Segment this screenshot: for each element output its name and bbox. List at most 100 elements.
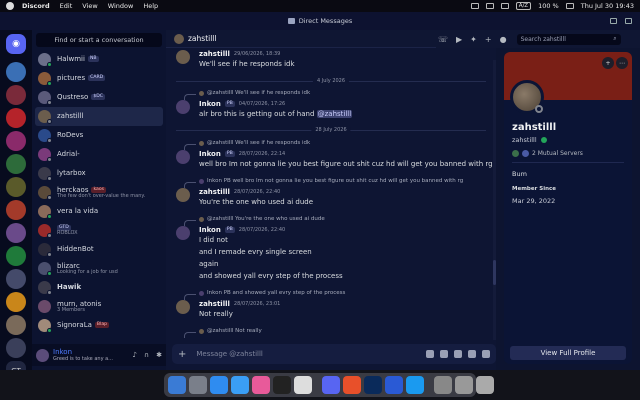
discord-home-icon[interactable]: ◉ [6, 34, 26, 54]
reply-preview[interactable]: Inkon PB well bro Im not gonna lie you b… [199, 178, 463, 184]
settings-gear-icon[interactable]: ✱ [156, 351, 162, 359]
server-icon[interactable] [6, 338, 26, 358]
avatar[interactable] [176, 50, 190, 64]
server-icon[interactable] [6, 85, 26, 105]
avatar[interactable] [176, 100, 190, 114]
pinned-messages-icon[interactable]: ✦ [470, 35, 477, 44]
avatar[interactable] [174, 33, 184, 44]
app-icon[interactable] [406, 376, 424, 394]
message-input[interactable]: + Message @zahstilll [172, 344, 496, 364]
gift-icon[interactable] [426, 350, 434, 358]
keyboard-input-indicator[interactable]: A/Z [515, 2, 532, 10]
video-call-icon[interactable]: ▶ [456, 35, 462, 44]
dm-item[interactable]: vera la vida [32, 202, 166, 221]
discord-icon[interactable] [322, 376, 340, 394]
dm-item[interactable]: herckaos kaos The few don't over-value the… [32, 183, 166, 202]
dm-item[interactable]: HiddenBot [32, 240, 166, 259]
find-conversation-button[interactable]: Find or start a conversation [36, 33, 162, 47]
photoshop-icon[interactable] [364, 376, 382, 394]
avatar[interactable] [176, 188, 190, 202]
trash-icon[interactable] [476, 376, 494, 394]
voice-call-icon[interactable]: ☏ [438, 35, 448, 44]
user-mention[interactable]: @zahstilll [316, 110, 353, 118]
dm-item[interactable]: blizarc Looking for a job for usd [32, 259, 166, 278]
menu-view[interactable]: View [82, 2, 97, 10]
roblox-icon[interactable] [294, 376, 312, 394]
status-icon[interactable] [470, 3, 479, 9]
menu-app-discord[interactable]: Discord [22, 2, 50, 10]
current-user-name[interactable]: Inkon [53, 348, 113, 356]
microphone-icon[interactable]: ♪ [133, 351, 137, 359]
status-icon[interactable] [500, 3, 509, 9]
server-icon[interactable] [6, 177, 26, 197]
message-author[interactable]: Inkon [199, 100, 221, 108]
server-icon[interactable] [6, 154, 26, 174]
server-icon[interactable] [6, 292, 26, 312]
photos-icon[interactable] [252, 376, 270, 394]
avatar[interactable] [176, 226, 190, 240]
server-icon[interactable] [6, 269, 26, 289]
apps-icon[interactable] [482, 350, 490, 358]
status-icon[interactable] [485, 3, 494, 9]
server-icon[interactable] [6, 200, 26, 220]
launchpad-icon[interactable] [189, 376, 207, 394]
finder-icon[interactable] [168, 376, 186, 394]
avatar[interactable] [176, 150, 190, 164]
mutual-servers[interactable]: 2 Mutual Servers [512, 150, 583, 157]
dm-item[interactable]: Hawik [32, 278, 166, 297]
reply-preview[interactable]: Inkon PB and showed yall evry step of th… [199, 290, 345, 296]
dm-item[interactable]: RoDevs [32, 126, 166, 145]
dm-item-active[interactable]: zahstilll [35, 107, 163, 126]
chat-recipient-name[interactable]: zahstilll [188, 34, 216, 43]
clock[interactable]: Thu Jul 30 19:43 [581, 2, 634, 10]
reply-preview[interactable]: @zahstilll You're the one who used ai du… [199, 216, 325, 222]
dm-item[interactable]: Adrial- [32, 145, 166, 164]
documents-icon[interactable] [455, 376, 473, 394]
gif-icon[interactable] [440, 350, 448, 358]
avatar[interactable] [176, 300, 190, 314]
add-friends-to-dm-icon[interactable]: + [485, 35, 492, 44]
server-icon[interactable] [6, 223, 26, 243]
app-icon[interactable] [343, 376, 361, 394]
profile-avatar[interactable] [510, 80, 544, 114]
help-icon[interactable] [625, 18, 632, 24]
dm-item[interactable]: Halwmii NB [32, 50, 166, 69]
message-author[interactable]: zahstilll [199, 300, 230, 308]
message-author[interactable]: Inkon [199, 150, 221, 158]
wifi-icon[interactable] [565, 3, 574, 9]
sticker-icon[interactable] [454, 350, 462, 358]
dm-item[interactable]: GTD ROBLOX [32, 221, 166, 240]
add-friend-icon[interactable]: + [602, 57, 614, 69]
menu-edit[interactable]: Edit [60, 2, 73, 10]
downloads-icon[interactable] [434, 376, 452, 394]
mail-icon[interactable] [231, 376, 249, 394]
inbox-icon[interactable] [610, 18, 617, 24]
user-profile-icon[interactable]: ● [500, 35, 507, 44]
search-input[interactable]: Search zahstilll ⌕ [516, 33, 621, 45]
battery-percent[interactable]: 100 % [538, 2, 559, 10]
server-icon[interactable] [6, 315, 26, 335]
message-author[interactable]: Inkon [199, 226, 221, 234]
avatar[interactable] [36, 348, 49, 362]
chatgpt-icon[interactable] [273, 376, 291, 394]
view-full-profile-button[interactable]: View Full Profile [510, 346, 626, 360]
server-icon[interactable] [6, 62, 26, 82]
reply-preview[interactable]: @zahstilll We'll see if he responds idk [199, 140, 310, 146]
safari-icon[interactable] [210, 376, 228, 394]
message-author[interactable]: zahstilll [199, 188, 230, 196]
attach-plus-icon[interactable]: + [178, 349, 186, 360]
headphones-icon[interactable]: ∩ [144, 351, 149, 359]
menu-help[interactable]: Help [143, 2, 158, 10]
dm-item[interactable]: pictures CARD [32, 69, 166, 88]
app-icon[interactable] [385, 376, 403, 394]
apple-icon[interactable] [6, 2, 14, 10]
more-options-icon[interactable]: ⋯ [616, 57, 628, 69]
badge-icon[interactable] [540, 137, 547, 143]
reply-preview[interactable]: @zahstilll Not really [199, 328, 262, 334]
dm-item[interactable]: SignoraLa Blap [32, 316, 166, 335]
dm-item[interactable]: lytarbox [32, 164, 166, 183]
message-author[interactable]: zahstilll [199, 50, 230, 58]
dm-item[interactable]: Qustreso $DC [32, 88, 166, 107]
menu-window[interactable]: Window [108, 2, 134, 10]
reply-preview[interactable]: @zahstilll We'll see if he responds idk [199, 90, 310, 96]
